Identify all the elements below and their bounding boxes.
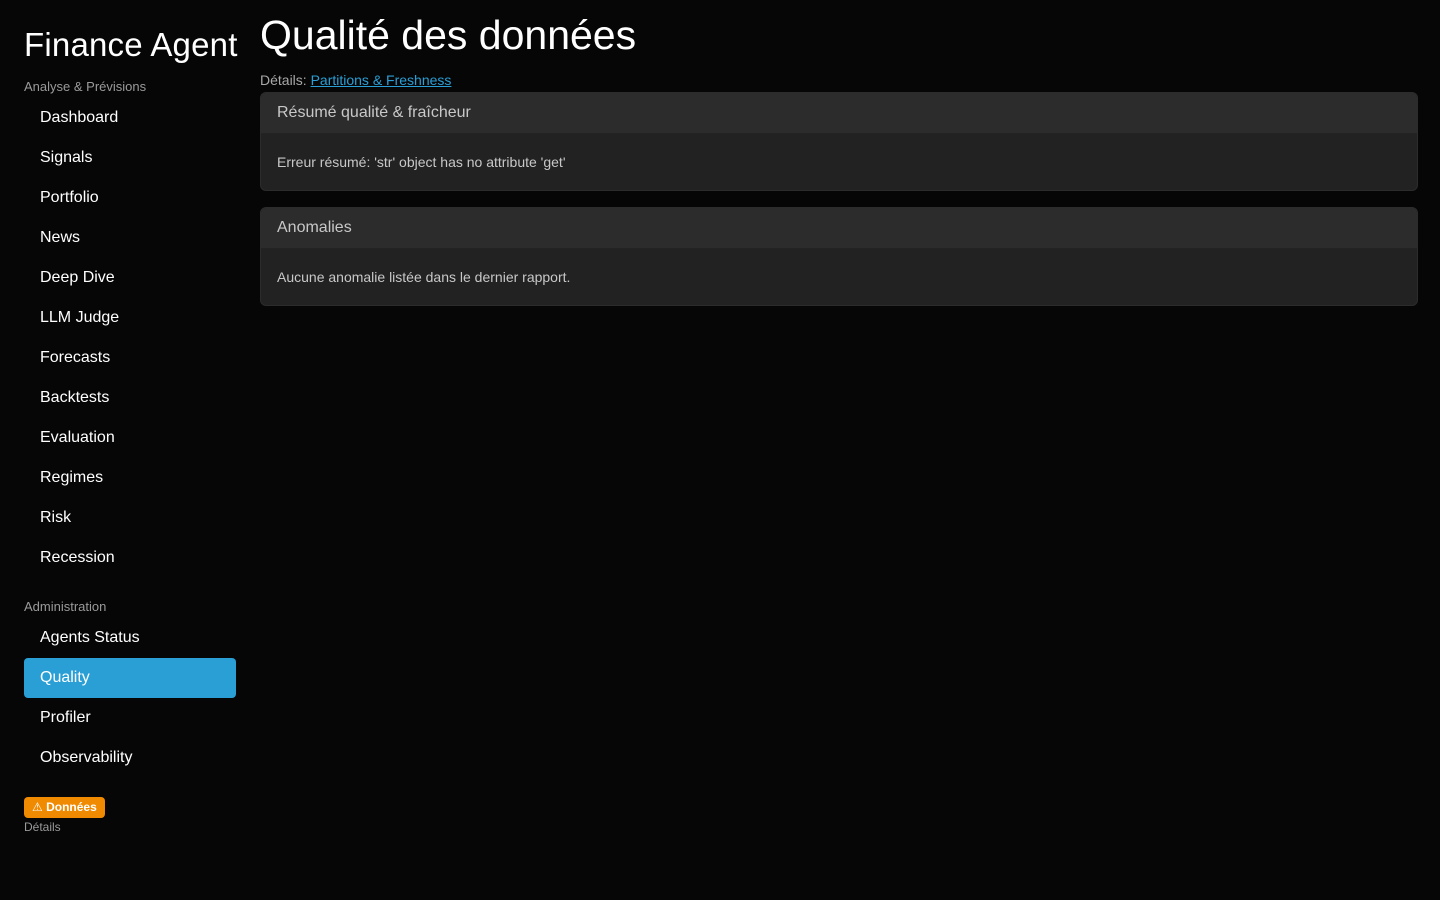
sidebar-item-evaluation[interactable]: Evaluation [24, 418, 236, 458]
sidebar-item-signals[interactable]: Signals [24, 138, 236, 178]
details-line: Détails: Partitions & Freshness [260, 72, 451, 88]
sidebar-item-agents-status[interactable]: Agents Status [24, 618, 236, 658]
sidebar-item-news[interactable]: News [24, 218, 236, 258]
sidebar-item-portfolio[interactable]: Portfolio [24, 178, 236, 218]
anomalies-card: Anomalies Aucune anomalie listée dans le… [260, 207, 1418, 306]
sidebar-item-quality[interactable]: Quality [24, 658, 236, 698]
data-warning-details-link[interactable]: Détails [24, 820, 61, 834]
sidebar-item-profiler[interactable]: Profiler [24, 698, 236, 738]
sidebar-item-backtests[interactable]: Backtests [24, 378, 236, 418]
data-warning-badge[interactable]: ⚠ Données [24, 797, 105, 818]
sidebar-item-forecasts[interactable]: Forecasts [24, 338, 236, 378]
section-label-administration: Administration [24, 599, 107, 614]
sidebar-item-risk[interactable]: Risk [24, 498, 236, 538]
details-prefix: Détails: [260, 72, 307, 88]
nav-list-analysis: Dashboard Signals Portfolio News Deep Di… [24, 98, 236, 578]
card-header: Résumé qualité & fraîcheur [261, 93, 1417, 134]
sidebar-item-regimes[interactable]: Regimes [24, 458, 236, 498]
card-body-anomalies-message: Aucune anomalie listée dans le dernier r… [277, 269, 571, 285]
section-label-analysis: Analyse & Prévisions [24, 79, 147, 94]
sidebar-item-llm-judge[interactable]: LLM Judge [24, 298, 236, 338]
sidebar-item-observability[interactable]: Observability [24, 738, 236, 778]
brand-title[interactable]: Finance Agent [24, 26, 238, 64]
nav-list-administration: Agents Status Quality Profiler Observabi… [24, 618, 236, 778]
sidebar: Finance Agent Analyse & Prévisions Dashb… [0, 0, 248, 900]
quality-summary-card: Résumé qualité & fraîcheur Erreur résumé… [260, 92, 1418, 191]
page-title: Qualité des données [260, 12, 637, 58]
card-body-error-message: Erreur résumé: 'str' object has no attri… [277, 154, 566, 170]
sidebar-item-recession[interactable]: Recession [24, 538, 236, 578]
card-header: Anomalies [261, 208, 1417, 249]
sidebar-item-dashboard[interactable]: Dashboard [24, 98, 236, 138]
partitions-freshness-link[interactable]: Partitions & Freshness [311, 72, 452, 88]
sidebar-item-deep-dive[interactable]: Deep Dive [24, 258, 236, 298]
app-root: Finance Agent Analyse & Prévisions Dashb… [0, 0, 1440, 900]
